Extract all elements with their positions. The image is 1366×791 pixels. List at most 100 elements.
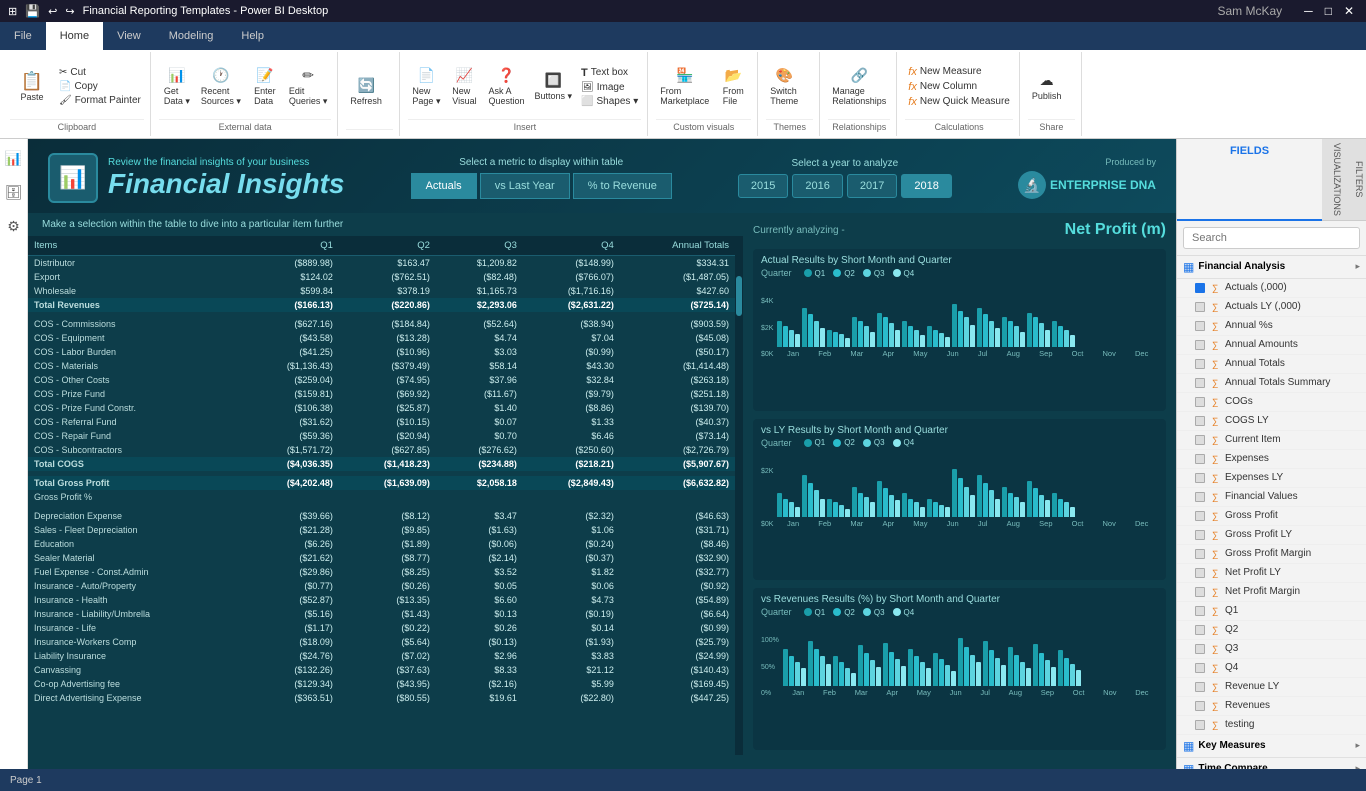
table-row[interactable]: Gross Profit % (28, 490, 735, 504)
cut-button[interactable]: ✂ Cut (56, 66, 144, 79)
field-item-0-13[interactable]: ∑ Gross Profit LY (1177, 526, 1366, 545)
field-item-0-18[interactable]: ∑ Q2 (1177, 621, 1366, 640)
redo-icon[interactable]: ↪ (65, 5, 74, 18)
manage-relationships-button[interactable]: 🔗 ManageRelationships (828, 65, 890, 108)
switch-theme-button[interactable]: 🎨 SwitchTheme (766, 65, 802, 108)
scroll-indicator[interactable] (735, 236, 743, 755)
field-item-0-10[interactable]: ∑ Expenses LY (1177, 469, 1366, 488)
format-painter-button[interactable]: 🖌 Format Painter (56, 94, 144, 107)
table-row[interactable]: Total Revenues ($166.13) ($220.86) $2,29… (28, 298, 735, 312)
table-row[interactable]: Wholesale $599.84 $378.19 $1,165.73 ($1,… (28, 284, 735, 298)
table-row[interactable]: COS - Prize Fund Constr. ($106.38) ($25.… (28, 401, 735, 415)
tab-view[interactable]: View (103, 22, 155, 50)
table-row[interactable]: Direct Advertising Expense ($363.51) ($8… (28, 691, 735, 705)
minimize-button[interactable]: ─ (1300, 4, 1317, 18)
nav-data-icon[interactable]: 🗄 (3, 181, 25, 203)
table-row[interactable]: COS - Commissions ($627.16) ($184.84) ($… (28, 317, 735, 331)
table-row[interactable]: COS - Other Costs ($259.04) ($74.95) $37… (28, 373, 735, 387)
year-2018-button[interactable]: 2018 (901, 174, 951, 198)
recent-sources-button[interactable]: 🕐 RecentSources ▾ (197, 65, 245, 109)
table-row[interactable]: Distributor ($889.98) $163.47 $1,209.82 … (28, 256, 735, 271)
table-row[interactable]: Sealer Material ($21.62) ($8.77) ($2.14)… (28, 551, 735, 565)
metric-pct-revenue-button[interactable]: % to Revenue (573, 173, 672, 199)
buttons-button[interactable]: 🔲 Buttons ▾ (531, 70, 577, 104)
year-2015-button[interactable]: 2015 (738, 174, 788, 198)
table-row[interactable]: COS - Materials ($1,136.43) ($379.49) $5… (28, 359, 735, 373)
metric-actuals-button[interactable]: Actuals (411, 173, 477, 199)
table-row[interactable]: Total Gross Profit ($4,202.48) ($1,639.0… (28, 476, 735, 490)
table-row[interactable]: COS - Repair Fund ($59.36) ($20.94) $0.7… (28, 429, 735, 443)
undo-icon[interactable]: ↩ (48, 5, 57, 18)
field-item-0-20[interactable]: ∑ Q4 (1177, 659, 1366, 678)
new-page-button[interactable]: 📄 NewPage ▾ (408, 65, 444, 109)
year-2016-button[interactable]: 2016 (792, 174, 842, 198)
field-item-0-9[interactable]: ∑ Expenses (1177, 450, 1366, 469)
table-row[interactable]: COS - Subcontractors ($1,571.72) ($627.8… (28, 443, 735, 457)
close-button[interactable]: ✕ (1340, 4, 1358, 18)
edit-queries-button[interactable]: ✏ EditQueries ▾ (285, 65, 332, 109)
table-row[interactable]: Canvassing ($132.26) ($37.63) $8.33 $21.… (28, 663, 735, 677)
table-row[interactable]: Sales - Fleet Depreciation ($21.28) ($9.… (28, 523, 735, 537)
field-item-0-7[interactable]: ∑ COGS LY (1177, 412, 1366, 431)
maximize-button[interactable]: □ (1321, 4, 1336, 18)
table-scroll[interactable]: Items Q1 Q2 Q3 Q4 Annual Totals (28, 236, 735, 755)
field-item-0-14[interactable]: ∑ Gross Profit Margin (1177, 545, 1366, 564)
table-row[interactable]: Total COGS ($4,036.35) ($1,418.23) ($234… (28, 457, 735, 471)
table-row[interactable]: Fuel Expense - Const.Admin ($29.86) ($8.… (28, 565, 735, 579)
table-row[interactable]: COS - Prize Fund ($159.81) ($69.92) ($11… (28, 387, 735, 401)
get-data-button[interactable]: 📊 GetData ▾ (159, 65, 195, 109)
field-group-header-2[interactable]: ▦ Time Compare ▸ (1177, 758, 1366, 769)
table-row[interactable]: Insurance-Workers Comp ($18.09) ($5.64) … (28, 635, 735, 649)
search-input[interactable] (1183, 227, 1360, 249)
paste-button[interactable]: 📋 Paste (10, 70, 54, 104)
table-row[interactable]: Insurance - Liability/Umbrella ($5.16) (… (28, 607, 735, 621)
table-row[interactable]: COS - Labor Burden ($41.25) ($10.96) $3.… (28, 345, 735, 359)
nav-report-icon[interactable]: 📊 (3, 147, 25, 169)
nav-model-icon[interactable]: ⚙ (3, 215, 25, 237)
field-item-0-3[interactable]: ∑ Annual Amounts (1177, 336, 1366, 355)
field-item-0-23[interactable]: ∑ testing (1177, 716, 1366, 735)
year-2017-button[interactable]: 2017 (847, 174, 897, 198)
publish-button[interactable]: ☁ Publish (1028, 70, 1066, 103)
field-group-header-1[interactable]: ▦ Key Measures ▸ (1177, 735, 1366, 758)
field-item-0-1[interactable]: ∑ Actuals LY (,000) (1177, 298, 1366, 317)
tab-file[interactable]: File (0, 22, 46, 50)
image-button[interactable]: 🖼 Image (578, 81, 641, 94)
tab-help[interactable]: Help (227, 22, 278, 50)
table-row[interactable]: Education ($6.26) ($1.89) ($0.06) ($0.24… (28, 537, 735, 551)
refresh-button[interactable]: 🔄 Refresh (346, 75, 386, 108)
tab-filters[interactable]: FILTERS (1344, 139, 1366, 221)
shapes-button[interactable]: ⬜ Shapes ▾ (578, 95, 641, 108)
field-item-0-5[interactable]: ∑ Annual Totals Summary (1177, 374, 1366, 393)
metric-vs-last-year-button[interactable]: vs Last Year (480, 173, 570, 199)
field-item-0-8[interactable]: ∑ Current Item (1177, 431, 1366, 450)
tab-visualizations[interactable]: VISUALIZATIONS (1322, 139, 1344, 221)
enter-data-button[interactable]: 📝 EnterData (247, 65, 283, 108)
table-row[interactable]: COS - Referral Fund ($31.62) ($10.15) $0… (28, 415, 735, 429)
save-icon[interactable]: 💾 (25, 4, 40, 18)
field-item-0-21[interactable]: ∑ Revenue LY (1177, 678, 1366, 697)
table-row[interactable]: Insurance - Auto/Property ($0.77) ($0.26… (28, 579, 735, 593)
new-column-button[interactable]: fx New Column (905, 80, 1013, 94)
table-row[interactable]: Co-op Advertising fee ($129.34) ($43.95)… (28, 677, 735, 691)
from-file-button[interactable]: 📂 FromFile (715, 65, 751, 108)
from-marketplace-button[interactable]: 🏪 FromMarketplace (656, 65, 713, 108)
table-row[interactable]: COS - Equipment ($43.58) ($13.28) $4.74 … (28, 331, 735, 345)
field-item-0-17[interactable]: ∑ Q1 (1177, 602, 1366, 621)
field-item-0-15[interactable]: ∑ Net Profit LY (1177, 564, 1366, 583)
field-item-0-2[interactable]: ∑ Annual %s (1177, 317, 1366, 336)
table-row[interactable]: Liability Insurance ($24.76) ($7.02) $2.… (28, 649, 735, 663)
field-group-header-0[interactable]: ▦ Financial Analysis ▸ (1177, 256, 1366, 279)
tab-fields[interactable]: FIELDS (1177, 139, 1322, 221)
table-row[interactable]: Depreciation Expense ($39.66) ($8.12) $3… (28, 509, 735, 523)
field-item-0-16[interactable]: ∑ Net Profit Margin (1177, 583, 1366, 602)
table-row[interactable]: Insurance - Life ($1.17) ($0.22) $0.26 $… (28, 621, 735, 635)
field-item-0-19[interactable]: ∑ Q3 (1177, 640, 1366, 659)
field-item-0-0[interactable]: ∑ Actuals (,000) (1177, 279, 1366, 298)
table-row[interactable]: Export $124.02 ($762.51) ($82.48) ($766.… (28, 270, 735, 284)
new-visual-button[interactable]: 📈 NewVisual (446, 65, 482, 108)
new-measure-button[interactable]: fx New Measure (905, 65, 1013, 79)
field-item-0-4[interactable]: ∑ Annual Totals (1177, 355, 1366, 374)
tab-home[interactable]: Home (46, 22, 103, 50)
new-quick-measure-button[interactable]: fx New Quick Measure (905, 95, 1013, 109)
